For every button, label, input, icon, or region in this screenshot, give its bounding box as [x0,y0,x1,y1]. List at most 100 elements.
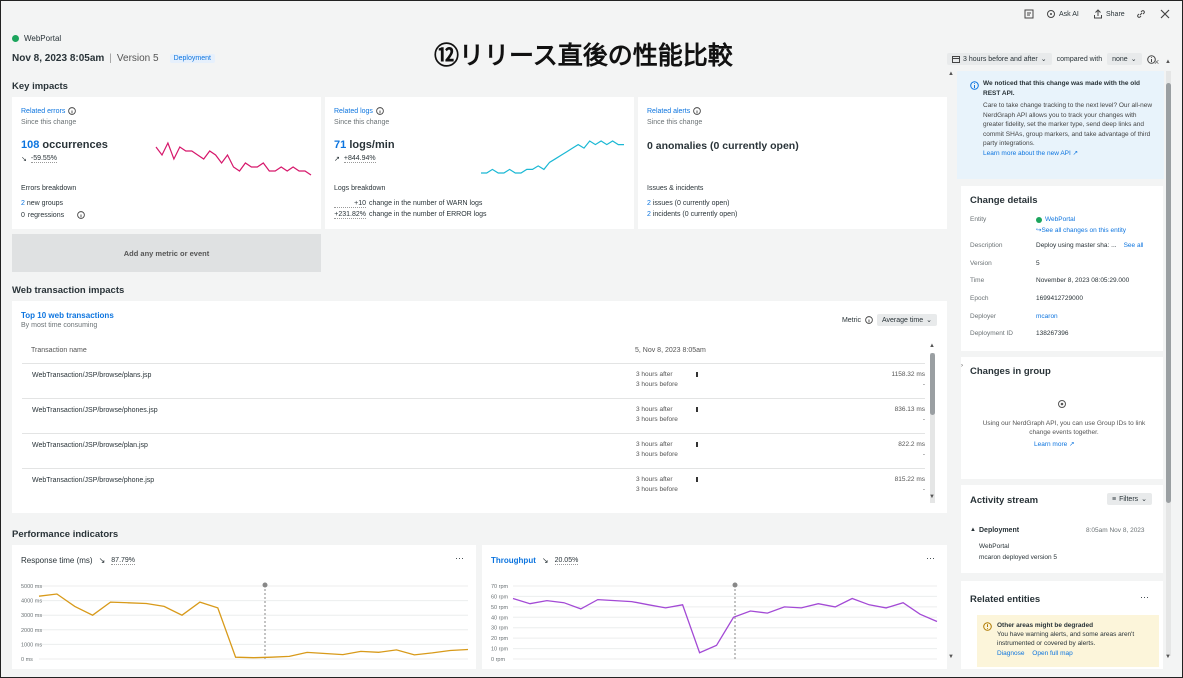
transaction-name[interactable]: WebTransaction/JSP/browse/plans.jsp [32,372,151,379]
performance-indicators-title: Performance indicators [12,529,119,540]
link-icon [1137,10,1145,18]
y-tick-label: 20 rpm [491,636,509,642]
related-errors-card: Related errors Since this change 108 occ… [12,97,321,229]
table-scrollbar-thumb[interactable] [930,353,935,415]
transaction-name[interactable]: WebTransaction/JSP/browse/phones.jsp [32,407,158,414]
after-value: 1158.32 ms [891,371,925,378]
external-link-icon: ↗ [1072,149,1079,157]
group-icon [1058,400,1066,408]
column-transaction-name[interactable]: Transaction name [31,347,87,354]
response-time-chart: 5000 ms 4000 ms 3000 ms 2000 ms 1000 ms 0 ms [21,582,469,663]
chevron-down-icon: ⌄ [926,317,932,324]
logs-sparkline [481,140,624,174]
warning-title: Other areas might be degraded [997,622,1094,629]
add-metric-button[interactable]: Add any metric or event [12,234,321,272]
notes-icon [1024,9,1034,19]
issues-count[interactable]: 2 [647,200,651,207]
transaction-name[interactable]: WebTransaction/JSP/browse/phone.jsp [32,477,154,484]
table-row[interactable]: WebTransaction/JSP/browse/plan.jsp 3 hour… [22,433,925,468]
metric-label: Metric [841,316,861,324]
deployment-marker [696,477,698,482]
table-row[interactable]: WebTransaction/JSP/browse/phone.jsp 3 hou… [22,468,925,503]
status-dot-icon [12,35,19,42]
related-errors-link[interactable]: Related errors [21,107,77,115]
deployer-link[interactable]: mcaron [1036,313,1058,320]
notice-link[interactable]: Learn more about the new API ↗ [983,149,1156,159]
copy-link-button[interactable] [1136,7,1146,21]
table-row[interactable]: WebTransaction/JSP/browse/plans.jsp 3 hou… [22,363,925,398]
info-icon[interactable] [77,211,85,219]
after-value: 815.22 ms [894,476,925,483]
incidents-count[interactable]: 2 [647,211,651,218]
open-full-map-link[interactable]: Open full map [1032,650,1072,657]
activity-stream-title: Activity stream [970,495,1039,506]
notes-button[interactable] [1024,7,1034,21]
main-scroll-down-icon[interactable]: ▼ [948,654,954,660]
entity-header[interactable]: WebPortal [12,34,61,43]
sidebar-scroll-up-icon[interactable]: ▲ [1165,59,1171,65]
related-logs-label: Related logs [334,107,373,115]
top-transactions-title[interactable]: Top 10 web transactions [21,311,114,320]
share-label: Share [1106,10,1125,18]
activity-stream-card: Activity stream ≡ Filters ⌄ ▲ Deployment… [961,485,1163,573]
detail-value: 5 [1036,260,1040,267]
share-button[interactable]: Share [1093,7,1125,21]
sparkline-series [481,140,624,174]
detail-value: 1699412729000 [1036,295,1083,302]
errors-count-value: 108 [21,139,40,151]
deployment-badge: Deployment [169,54,215,63]
rest-api-notice: We noticed that this change was made wit… [957,71,1164,179]
new-groups-count[interactable]: 2 [21,200,25,207]
logs-warn-change: +10 change in the number of WARN logs [334,200,482,208]
calendar-icon [952,56,960,63]
arrow-down-right-icon: ↘ [21,156,27,163]
info-icon [970,81,979,90]
compared-with-select[interactable]: none ⌄ [1107,53,1142,65]
ask-ai-button[interactable]: Ask AI [1046,7,1079,21]
logs-delta: ↗ +844.94% [334,155,376,163]
transaction-name[interactable]: WebTransaction/JSP/browse/plan.jsp [32,442,148,449]
y-tick-label: 10 rpm [491,647,509,653]
related-logs-link[interactable]: Related logs [334,107,384,115]
changes-in-group-link[interactable]: Learn more ↗ [1034,440,1075,448]
related-errors-label: Related errors [21,107,66,115]
incidents-text: incidents (0 currently open) [652,211,738,218]
scroll-down-icon[interactable]: ▼ [929,494,935,500]
entity-link[interactable]: WebPortal [1045,216,1075,223]
main-scroll-up-icon[interactable]: ▲ [948,71,954,77]
status-dot-icon [1036,216,1042,223]
slide-title: ⑫リリース直後の性能比較 [434,41,733,70]
collapse-sidebar-icon[interactable]: › [961,363,963,369]
group-link-label: Learn more [1034,441,1068,448]
sidebar-scroll-down-icon[interactable]: ▼ [1165,654,1171,660]
close-button[interactable] [1160,7,1170,21]
alerts-incidents: 2 incidents (0 currently open) [647,211,737,218]
detail-label: Entity [970,216,987,223]
detail-label: Time [970,277,985,284]
after-label: 3 hours after [636,371,673,378]
sidebar-scrollbar-thumb[interactable] [1166,83,1171,503]
table-row[interactable]: WebTransaction/JSP/browse/phones.jsp 3 ho… [22,398,925,433]
info-icon [865,316,873,324]
share-icon [1094,9,1102,19]
chevron-down-icon: ⌄ [1040,56,1047,63]
metric-select[interactable]: Average time ⌄ [877,314,937,326]
scroll-up-icon[interactable]: ▲ [929,343,935,349]
notice-close-icon[interactable]: × [1154,57,1159,67]
activity-item-title[interactable]: Deployment [979,527,1019,534]
transaction-periods: 3 hours after 3 hours before [636,405,678,425]
issues-incidents-title: Issues & incidents [647,185,704,192]
see-all-link[interactable]: See all [1124,242,1144,249]
related-alerts-link[interactable]: Related alerts [647,107,702,115]
y-tick-label: 3000 ms [21,613,42,619]
metric-selector: Metric Average time ⌄ [842,314,937,326]
time-range-select[interactable]: 3 hours before and after ⌄ [947,53,1052,65]
see-all-changes-link[interactable]: ↪See all changes on this entity [1036,226,1126,234]
diagnose-link[interactable]: Diagnose [997,650,1024,657]
more-options-icon[interactable]: ··· [1140,592,1149,602]
transaction-periods: 3 hours after 3 hours before [636,370,678,390]
transaction-values: 1158.32 ms - [892,370,925,390]
transaction-values: 836.13 ms - [895,405,925,425]
filters-button[interactable]: ≡ Filters ⌄ [1107,493,1153,505]
ai-icon [1047,10,1055,18]
